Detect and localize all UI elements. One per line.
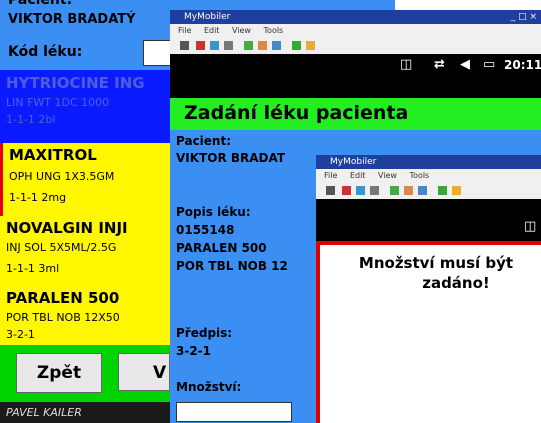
device-status-bar: ◫ ⇄ ◀ ▭ 20:11: [170, 54, 541, 80]
toolbar-icon[interactable]: [180, 41, 189, 50]
patient-label: Pacient:: [8, 0, 73, 8]
menu-bar: File Edit View Tools: [170, 24, 541, 37]
toolbar: [170, 37, 541, 54]
menu-bar: File Edit View Tools: [316, 169, 541, 182]
drug-dose: 1-1-1 2mg: [9, 191, 67, 204]
back-button[interactable]: Zpět: [16, 353, 102, 393]
toolbar-icon[interactable]: [224, 41, 233, 50]
toolbar-icon[interactable]: [390, 186, 399, 195]
drug-name: NOVALGIN INJI: [6, 219, 128, 237]
toolbar-icon[interactable]: [210, 41, 219, 50]
drug-desc: OPH UNG 1X3.5GM: [9, 170, 115, 183]
user-footer: PAVEL KAILER: [0, 402, 170, 423]
drug-desc: POR TBL NOB 12X50: [6, 311, 120, 324]
title-bar: Zadání léku pacienta: [170, 98, 541, 130]
prescription-value: 3-2-1: [176, 344, 212, 358]
error-message-line2: zadáno!: [422, 274, 490, 292]
drug-code: 0155148: [176, 223, 235, 237]
volume-icon: ◀: [460, 57, 470, 72]
drug-name: PARALEN 500: [6, 289, 120, 307]
drug-name: MAXITROL: [9, 146, 97, 164]
menu-tools[interactable]: Tools: [264, 26, 284, 35]
battery-icon: ▭: [483, 57, 496, 72]
toolbar-icon[interactable]: [244, 41, 253, 50]
connectivity-icon: ⇄: [434, 57, 445, 72]
menu-edit[interactable]: Edit: [204, 26, 220, 35]
toolbar-icon[interactable]: [418, 186, 427, 195]
toolbar-icon[interactable]: [452, 186, 461, 195]
menu-file[interactable]: File: [324, 171, 337, 180]
screen-error-dialog: MyMobiler File Edit View Tools ◫ Množstv…: [316, 155, 541, 423]
toolbar-icon[interactable]: [292, 41, 301, 50]
clock: 20:11: [504, 58, 541, 72]
menu-file[interactable]: File: [178, 26, 191, 35]
list-item-drug[interactable]: MAXITROL OPH UNG 1X3.5GM 1-1-1 2mg: [0, 143, 170, 216]
toolbar-icon[interactable]: [356, 186, 365, 195]
patient-name: VIKTOR BRADATÝ: [8, 12, 136, 27]
toolbar-icon[interactable]: [306, 41, 315, 50]
toolbar-icon[interactable]: [370, 186, 379, 195]
error-message: Množství musí být zadáno!: [324, 253, 541, 293]
quantity-label: Množství:: [176, 380, 242, 394]
window-title: MyMobiler: [184, 12, 231, 22]
window-titlebar: MyMobiler: [316, 155, 541, 169]
toolbar-icon[interactable]: [404, 186, 413, 195]
drug-name: HYTRIOCINE ING: [6, 74, 145, 92]
start-icon[interactable]: ◫: [400, 57, 412, 72]
menu-view[interactable]: View: [378, 171, 397, 180]
list-item-drug[interactable]: PARALEN 500 POR TBL NOB 12X50 3-2-1: [0, 286, 170, 345]
secondary-button[interactable]: V: [118, 353, 170, 391]
window-titlebar: MyMobiler _ □ ×: [170, 10, 541, 24]
error-message-line1: Množství musí být: [358, 254, 514, 272]
patient-label: Pacient:: [176, 134, 232, 148]
toolbar: [316, 182, 541, 199]
drug-dose: 3-2-1: [6, 328, 35, 341]
device-status-bar: ◫: [316, 199, 541, 241]
prescription-label: Předpis:: [176, 326, 233, 340]
toolbar-icon[interactable]: [342, 186, 351, 195]
toolbar-icon[interactable]: [258, 41, 267, 50]
start-icon[interactable]: ◫: [524, 219, 536, 234]
window-controls[interactable]: _ □ ×: [511, 10, 537, 24]
menu-tools[interactable]: Tools: [410, 171, 430, 180]
toolbar-icon[interactable]: [326, 186, 335, 195]
menu-edit[interactable]: Edit: [350, 171, 366, 180]
window-title: MyMobiler: [330, 157, 377, 167]
quantity-input[interactable]: [176, 402, 292, 422]
drug-dose: 1-1-1 3ml: [6, 262, 60, 275]
page-title: Zadání léku pacienta: [184, 102, 409, 124]
drug-form: POR TBL NOB 12: [176, 259, 288, 273]
toolbar-icon[interactable]: [196, 41, 205, 50]
list-item-drug[interactable]: NOVALGIN INJI INJ SOL 5X5ML/2.5G 1-1-1 3…: [0, 216, 170, 286]
toolbar-icon[interactable]: [438, 186, 447, 195]
code-label: Kód léku:: [8, 44, 83, 60]
drug-desc: INJ SOL 5X5ML/2.5G: [6, 241, 117, 254]
status-bar-extension: [170, 80, 541, 98]
list-item-drug[interactable]: HYTRIOCINE ING LIN FWT 1DC 1000 1-1-1 2b…: [0, 70, 170, 143]
drug-dose: 1-1-1 2bl: [6, 113, 56, 126]
drug-name: PARALEN 500: [176, 241, 267, 255]
toolbar-icon[interactable]: [272, 41, 281, 50]
error-dialog: Množství musí být zadáno!: [316, 241, 541, 423]
patient-name: VIKTOR BRADAT: [176, 151, 286, 165]
drug-desc: LIN FWT 1DC 1000: [6, 96, 110, 109]
menu-view[interactable]: View: [232, 26, 251, 35]
drug-desc-label: Popis léku:: [176, 205, 251, 219]
